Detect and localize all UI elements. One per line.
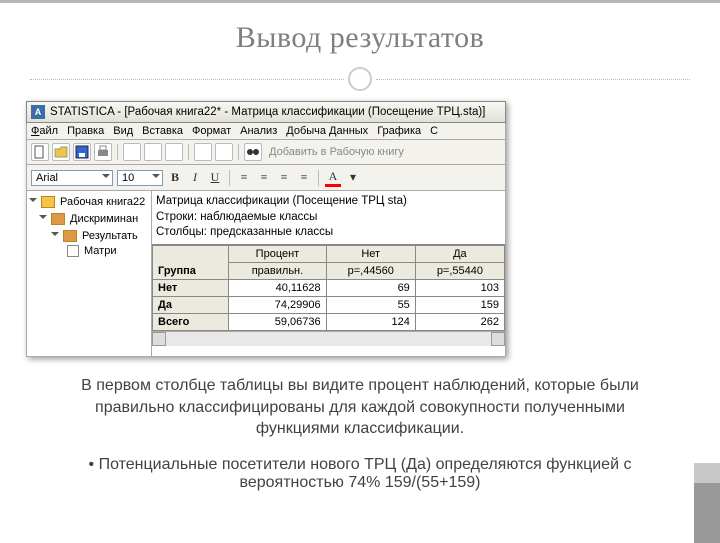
- body-paragraph-1: В первом столбце таблицы вы видите проце…: [60, 375, 660, 440]
- menu-file[interactable]: Файл: [31, 125, 58, 137]
- fill-color-button[interactable]: ▾: [345, 170, 361, 186]
- window-title-text: STATISTICA - [Рабочая книга22* - Матрица…: [50, 106, 485, 118]
- col-percent-1: Процент: [229, 245, 326, 262]
- divider: [30, 67, 690, 91]
- font-color-button[interactable]: A: [325, 168, 341, 187]
- menu-more[interactable]: С: [430, 125, 438, 137]
- paste-icon[interactable]: [165, 143, 183, 161]
- add-to-workbook-label[interactable]: Добавить в Рабочую книгу: [269, 146, 404, 158]
- folder-red-icon: [51, 213, 65, 225]
- table-row: Нет 40,11628 69 103: [153, 279, 505, 296]
- menu-graphics[interactable]: Графика: [377, 125, 421, 137]
- col-no-2: p=,44560: [326, 262, 415, 279]
- underline-button[interactable]: U: [207, 170, 223, 186]
- menu-view[interactable]: Вид: [113, 125, 133, 137]
- open-icon[interactable]: [52, 143, 70, 161]
- tree-node-3[interactable]: Матри: [84, 245, 116, 257]
- standard-toolbar: Добавить в Рабочую книгу: [26, 140, 506, 165]
- menu-datamining[interactable]: Добыча Данных: [286, 125, 368, 137]
- col-yes-1: Да: [415, 245, 504, 262]
- tree-node-2[interactable]: Результать: [82, 230, 138, 242]
- binoculars-icon[interactable]: [244, 143, 262, 161]
- sheet-icon: [67, 245, 79, 257]
- align-left-button[interactable]: ≡: [236, 170, 252, 186]
- col-yes-2: p=,55440: [415, 262, 504, 279]
- body-bullet-1: Потенциальные посетители нового ТРЦ (Да)…: [60, 456, 660, 492]
- window-titlebar: A STATISTICA - [Рабочая книга22* - Матри…: [26, 101, 506, 123]
- workbook-tree[interactable]: Рабочая книга22 Дискриминан Результать М…: [27, 191, 152, 356]
- align-right-button[interactable]: ≡: [276, 170, 292, 186]
- horizontal-scrollbar[interactable]: [152, 331, 505, 346]
- italic-button[interactable]: I: [187, 170, 203, 186]
- col-no-1: Нет: [326, 245, 415, 262]
- menu-analysis[interactable]: Анализ: [240, 125, 277, 137]
- redo-icon[interactable]: [215, 143, 233, 161]
- corner-decor-dark: [694, 483, 720, 543]
- statistica-screenshot: A STATISTICA - [Рабочая книга22* - Матри…: [26, 101, 506, 357]
- align-center-button[interactable]: ≡: [256, 170, 272, 186]
- app-icon: A: [31, 105, 45, 119]
- undo-icon[interactable]: [194, 143, 212, 161]
- align-justify-button[interactable]: ≡: [296, 170, 312, 186]
- slide-title: Вывод результатов: [0, 21, 720, 55]
- cut-icon[interactable]: [123, 143, 141, 161]
- col-group: Группа: [153, 245, 229, 279]
- grid-header: Матрица классификации (Посещение ТРЦ sta…: [152, 191, 505, 245]
- workarea: Рабочая книга22 Дискриминан Результать М…: [26, 191, 506, 357]
- copy-icon[interactable]: [144, 143, 162, 161]
- new-icon[interactable]: [31, 143, 49, 161]
- folder-icon: [41, 196, 55, 208]
- save-icon[interactable]: [73, 143, 91, 161]
- format-toolbar: Arial 10 B I U ≡ ≡ ≡ ≡ A ▾: [26, 165, 506, 191]
- col-percent-2: правильн.: [229, 262, 326, 279]
- scroll-left-arrow[interactable]: [152, 332, 166, 346]
- tree-root[interactable]: Рабочая книга22: [60, 196, 145, 208]
- menu-format[interactable]: Формат: [192, 125, 231, 137]
- menubar[interactable]: Файл Правка Вид Вставка Формат Анализ До…: [26, 123, 506, 140]
- bold-button[interactable]: B: [167, 170, 183, 186]
- menu-insert[interactable]: Вставка: [142, 125, 183, 137]
- print-icon[interactable]: [94, 143, 112, 161]
- scroll-right-arrow[interactable]: [491, 332, 505, 346]
- font-size-select[interactable]: 10: [117, 170, 163, 186]
- classification-table: Группа Процент Нет Да правильн. p=,44560…: [152, 245, 505, 331]
- table-row: Всего 59,06736 124 262: [153, 313, 505, 330]
- menu-edit[interactable]: Правка: [67, 125, 104, 137]
- data-grid: Матрица классификации (Посещение ТРЦ sta…: [152, 191, 505, 356]
- corner-decor-light: [694, 463, 720, 483]
- tree-node-1[interactable]: Дискриминан: [70, 213, 138, 225]
- table-row: Да 74,29906 55 159: [153, 296, 505, 313]
- folder-red-icon: [63, 230, 77, 242]
- font-name-select[interactable]: Arial: [31, 170, 113, 186]
